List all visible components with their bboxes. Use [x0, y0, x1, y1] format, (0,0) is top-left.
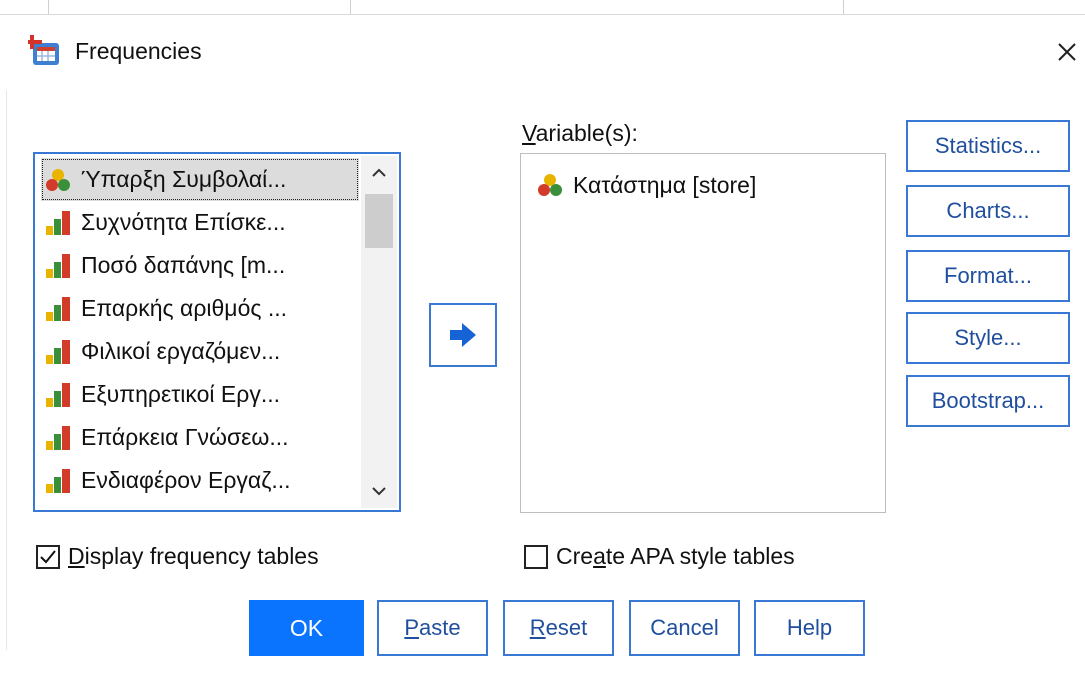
- scale-variable-icon: [46, 468, 70, 493]
- list-item-label: Ύπαρξη Συμβολαί...: [81, 166, 287, 192]
- nominal-variable-icon: [538, 174, 562, 196]
- grid-divider: [48, 0, 49, 14]
- variables-label-text: ariable(s):: [535, 120, 638, 146]
- display-frequency-tables-option[interactable]: Display frequency tables: [36, 543, 319, 570]
- scale-variable-icon: [46, 296, 70, 321]
- list-item[interactable]: Ποσό δαπάνης [m...: [41, 244, 359, 287]
- variables-list[interactable]: Κατάστημα [store]: [520, 153, 886, 513]
- scroll-down-button[interactable]: [363, 476, 395, 506]
- format-label: ormat...: [957, 263, 1033, 288]
- grid-divider: [350, 0, 351, 14]
- list-item-label: Συχνότητα Επίσκε...: [81, 209, 286, 235]
- style-label-post: e...: [991, 325, 1022, 350]
- bootstrap-label: ootstrap...: [946, 388, 1045, 413]
- statistics-button[interactable]: Statistics...: [906, 120, 1070, 172]
- nominal-variable-icon: [46, 168, 70, 191]
- style-button[interactable]: Sty l e...: [906, 312, 1070, 364]
- format-mnemonic: F: [943, 263, 958, 288]
- scale-variable-icon: [46, 425, 70, 450]
- source-variable-items: Ύπαρξη Συμβολαί... Συχνότητα Επίσκε... Π…: [41, 158, 359, 502]
- statistics-label: tatistics...: [949, 133, 1042, 158]
- list-item[interactable]: Φιλικοί εργαζόμεν...: [41, 330, 359, 373]
- dialog-title: Frequencies: [75, 38, 202, 64]
- scale-variable-icon: [46, 339, 70, 364]
- checkmark-icon: [40, 549, 56, 563]
- apa-mnemonic: a: [593, 543, 606, 569]
- vertical-scrollbar[interactable]: [361, 156, 397, 508]
- variables-label: Variable(s):: [522, 120, 638, 147]
- display-frequency-label: isplay frequency tables: [84, 543, 319, 569]
- chevron-up-icon: [372, 168, 386, 177]
- paste-button[interactable]: Paste: [377, 600, 488, 656]
- reset-label: eset: [545, 615, 588, 640]
- list-item-label: Ποσό δαπάνης [m...: [81, 252, 286, 278]
- background-window-strip: [0, 0, 1085, 15]
- cancel-button[interactable]: Cancel: [629, 600, 740, 656]
- bootstrap-button[interactable]: Bootstrap...: [906, 375, 1070, 427]
- style-label-pre: Sty: [954, 325, 987, 350]
- arrow-right-icon: [450, 323, 476, 347]
- list-item-label: Ενδιαφέρον Εργαζ...: [81, 467, 291, 493]
- reset-mnemonic: R: [529, 615, 546, 640]
- create-apa-checkbox[interactable]: [524, 544, 548, 569]
- create-apa-tables-option[interactable]: Cre a te APA style tables: [524, 543, 795, 570]
- statistics-mnemonic: S: [934, 133, 950, 158]
- list-item[interactable]: Επαρκής αριθμός ...: [41, 287, 359, 330]
- list-item-label: Κατάστημα [store]: [573, 171, 757, 198]
- window-edge: [6, 90, 7, 650]
- list-item[interactable]: Επάρκεια Γνώσεω...: [41, 416, 359, 459]
- spss-app-icon: [28, 35, 59, 65]
- charts-button[interactable]: Charts...: [906, 185, 1070, 237]
- list-item-label: Εξυπηρετικοί Εργ...: [81, 381, 281, 407]
- display-frequency-checkbox[interactable]: [36, 544, 60, 569]
- apa-label-post: te APA style tables: [605, 543, 795, 569]
- scale-variable-icon: [46, 382, 70, 407]
- list-item-label: Επάρκεια Γνώσεω...: [81, 424, 289, 450]
- list-item[interactable]: Ύπαρξη Συμβολαί...: [41, 158, 359, 201]
- scroll-thumb[interactable]: [365, 194, 393, 248]
- ok-button[interactable]: OK: [249, 600, 364, 656]
- chevron-down-icon: [372, 487, 386, 496]
- list-item-label: Φιλικοί εργαζόμεν...: [81, 338, 281, 364]
- list-item[interactable]: Εξυπηρετικοί Εργ...: [41, 373, 359, 416]
- paste-mnemonic: P: [404, 615, 420, 640]
- scroll-up-button[interactable]: [363, 158, 395, 188]
- close-icon[interactable]: [1053, 38, 1081, 66]
- move-to-variables-button[interactable]: [429, 303, 497, 367]
- list-item[interactable]: Ενδιαφέρον Εργαζ...: [41, 459, 359, 502]
- list-item[interactable]: Συχνότητα Επίσκε...: [41, 201, 359, 244]
- apa-label-pre: Cre: [556, 543, 594, 569]
- help-button[interactable]: Help: [754, 600, 865, 656]
- reset-button[interactable]: Reset: [503, 600, 614, 656]
- scale-variable-icon: [46, 210, 70, 235]
- bootstrap-mnemonic: B: [931, 388, 947, 413]
- scale-variable-icon: [46, 253, 70, 278]
- charts-label: harts...: [962, 198, 1030, 223]
- list-item-label: Επαρκής αριθμός ...: [81, 295, 288, 321]
- display-frequency-mnemonic: D: [68, 543, 85, 569]
- source-variable-list[interactable]: Ύπαρξη Συμβολαί... Συχνότητα Επίσκε... Π…: [33, 152, 401, 512]
- list-item[interactable]: Κατάστημα [store]: [537, 168, 756, 202]
- variables-label-mnemonic: V: [522, 120, 536, 146]
- format-button[interactable]: Format...: [906, 250, 1070, 302]
- grid-divider: [843, 0, 844, 14]
- charts-mnemonic: C: [946, 198, 963, 223]
- paste-label: aste: [419, 615, 461, 640]
